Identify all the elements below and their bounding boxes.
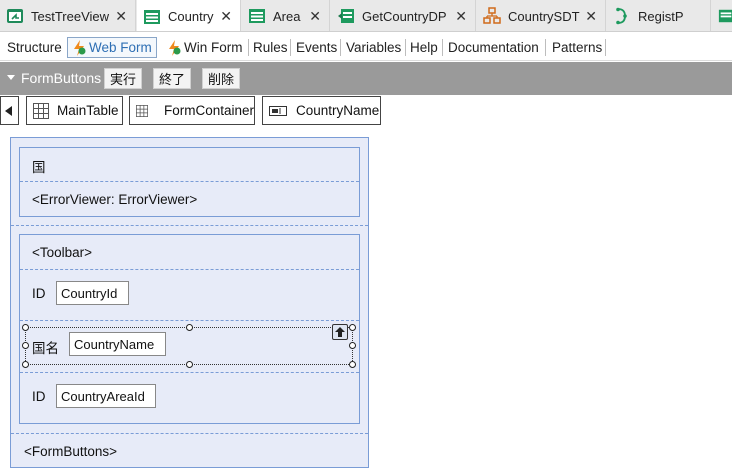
- delete-button[interactable]: 削除: [202, 68, 240, 89]
- country-id-field[interactable]: CountryId: [56, 281, 129, 305]
- tab-label: Web Form: [89, 40, 152, 55]
- tab-patterns[interactable]: Patterns: [548, 37, 606, 58]
- document-tab-strip: TestTreeView ✕ Country ✕ Area ✕ GetCount…: [0, 0, 732, 32]
- separator: [545, 39, 546, 56]
- web-form-icon: [74, 39, 86, 56]
- breadcrumb-label: CountryName: [296, 103, 380, 118]
- breadcrumb-maintable[interactable]: MainTable: [26, 96, 123, 125]
- tab-web-form[interactable]: Web Form: [67, 37, 157, 58]
- breadcrumb-formcontainer[interactable]: FormContainer: [129, 96, 255, 125]
- data-provider-icon: [338, 9, 354, 23]
- resize-handle[interactable]: [22, 342, 29, 349]
- tab-country[interactable]: Country ✕: [137, 0, 241, 31]
- tab-events[interactable]: Events: [292, 37, 341, 58]
- tab-label: Area: [273, 8, 301, 24]
- execute-button[interactable]: 実行: [104, 68, 142, 89]
- tab-label: Structure: [7, 40, 62, 55]
- resize-handle[interactable]: [349, 342, 356, 349]
- breadcrumb-label: FormContainer: [163, 103, 254, 118]
- tab-win-form[interactable]: Win Form: [163, 37, 247, 58]
- tab-area[interactable]: Area ✕: [242, 0, 330, 31]
- tab-label: Rules: [253, 40, 288, 55]
- close-icon[interactable]: ✕: [585, 9, 597, 23]
- close-icon[interactable]: ✕: [115, 9, 127, 23]
- row-divider: [20, 320, 359, 321]
- country-name-label: 国名: [32, 341, 59, 356]
- exit-button[interactable]: 終了: [153, 68, 191, 89]
- procedure-icon: [616, 7, 627, 25]
- chevron-left-icon: [5, 105, 12, 116]
- row-divider: [11, 433, 368, 434]
- form-title: 国: [32, 160, 46, 175]
- tab-label: CountrySDT: [508, 8, 580, 24]
- transaction-icon: [144, 9, 160, 24]
- country-area-id-label: ID: [32, 389, 46, 404]
- tab-variables[interactable]: Variables: [342, 37, 405, 58]
- error-viewer[interactable]: <ErrorViewer: ErrorViewer>: [32, 192, 197, 207]
- textbox-icon: [269, 105, 287, 116]
- win-form-icon: [169, 39, 181, 56]
- form-buttons-bar: FormButtons 実行 終了 削除: [0, 62, 732, 95]
- collapse-triangle-icon[interactable]: [7, 75, 15, 80]
- bar-title: FormButtons: [21, 70, 102, 86]
- tab-label: Win Form: [184, 40, 243, 55]
- tab-label: Country: [168, 9, 214, 24]
- tab-structure[interactable]: Structure: [3, 37, 66, 58]
- country-name-field[interactable]: CountryName: [69, 332, 166, 356]
- resize-handle[interactable]: [22, 324, 29, 331]
- tab-label: GetCountryDP: [362, 8, 447, 24]
- row-divider: [11, 225, 368, 226]
- tab-label: Help: [410, 40, 438, 55]
- tab-label: Documentation: [448, 40, 539, 55]
- sdt-icon: [483, 7, 501, 24]
- breadcrumb-countryname[interactable]: CountryName: [262, 96, 381, 125]
- transaction-icon: [718, 9, 732, 23]
- row-divider: [20, 181, 359, 182]
- separator: [442, 39, 443, 56]
- tab-documentation[interactable]: Documentation: [444, 37, 543, 58]
- resize-handle[interactable]: [186, 361, 193, 368]
- table-icon: [136, 104, 148, 117]
- close-icon[interactable]: ✕: [455, 9, 467, 23]
- tab-registp[interactable]: RegistP: [607, 0, 711, 31]
- row-divider: [20, 372, 359, 373]
- resize-handle[interactable]: [22, 361, 29, 368]
- tab-label: Patterns: [552, 40, 603, 55]
- resize-handle[interactable]: [349, 361, 356, 368]
- form-buttons-placeholder[interactable]: <FormButtons>: [24, 444, 117, 459]
- arrow-up-icon: [335, 327, 345, 337]
- toolbar-placeholder[interactable]: <Toolbar>: [32, 245, 92, 260]
- resize-handle[interactable]: [186, 324, 193, 331]
- tab-label: Events: [296, 40, 338, 55]
- resize-handle[interactable]: [349, 324, 356, 331]
- tab-help[interactable]: Help: [406, 37, 442, 58]
- tab-testtreeview[interactable]: TestTreeView ✕: [0, 0, 136, 31]
- separator: [340, 39, 341, 56]
- tab-rules[interactable]: Rules: [249, 37, 292, 58]
- separator: [605, 39, 606, 56]
- tab-label: RegistP: [638, 8, 684, 24]
- tree-view-icon: [7, 9, 23, 23]
- table-icon: [33, 102, 49, 119]
- breadcrumb-back-button[interactable]: [0, 96, 19, 125]
- row-divider: [20, 269, 359, 270]
- object-part-tabs: Structure Web Form Win Form Rules Events…: [0, 33, 732, 61]
- tab-label: TestTreeView: [31, 8, 110, 24]
- close-icon[interactable]: ✕: [309, 9, 321, 23]
- country-id-label: ID: [32, 286, 46, 301]
- tab-label: Variables: [346, 40, 402, 55]
- breadcrumb-label: MainTable: [57, 103, 119, 118]
- tab-countrysdt[interactable]: CountrySDT ✕: [477, 0, 606, 31]
- close-icon[interactable]: ✕: [220, 9, 232, 23]
- separator: [290, 39, 291, 56]
- tab-getcountrydp[interactable]: GetCountryDP ✕: [331, 0, 476, 31]
- select-parent-button[interactable]: [332, 324, 348, 340]
- country-area-id-field[interactable]: CountryAreaId: [56, 384, 156, 408]
- transaction-icon: [249, 9, 265, 23]
- tab-overflow[interactable]: [712, 0, 732, 31]
